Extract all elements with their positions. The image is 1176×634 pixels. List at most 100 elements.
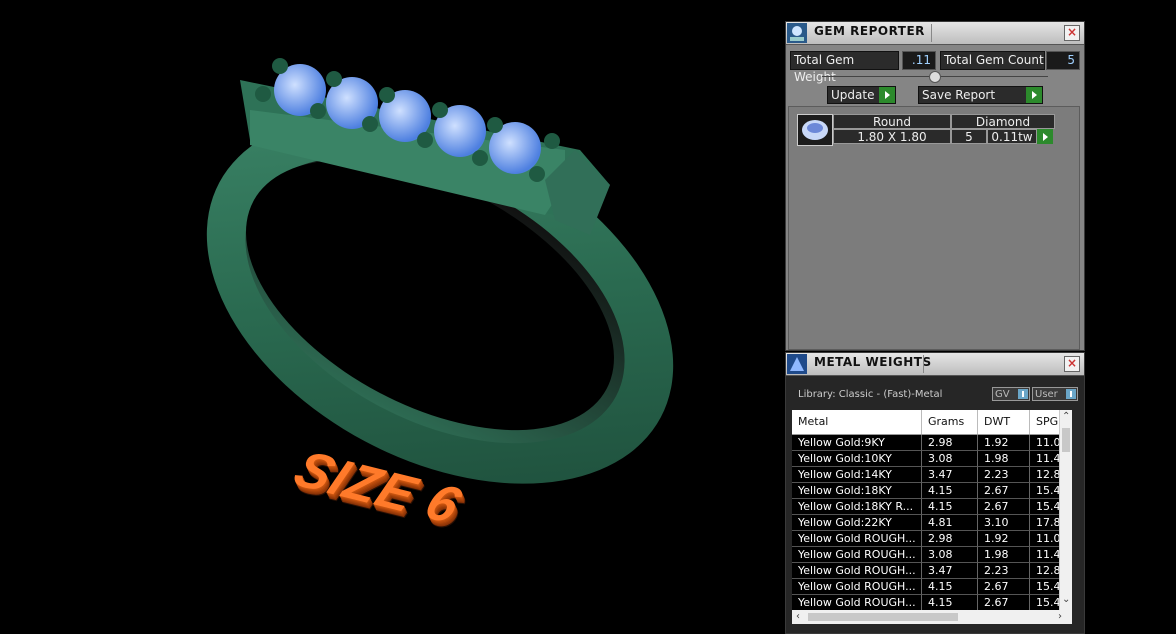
total-gem-count-label: Total Gem Count xyxy=(940,51,1045,70)
table-cell: Yellow Gold ROUGH... xyxy=(792,563,922,579)
table-cell: Yellow Gold:9KY xyxy=(792,435,922,451)
titlebar-divider xyxy=(923,355,924,373)
save-report-button[interactable]: Save Report xyxy=(918,86,1043,104)
table-cell: Yellow Gold ROUGH... xyxy=(792,531,922,547)
close-icon[interactable]: × xyxy=(1064,25,1080,41)
scroll-thumb[interactable] xyxy=(1062,428,1070,452)
table-cell: 2.67 xyxy=(978,499,1030,515)
update-button[interactable]: Update xyxy=(827,86,896,104)
table-row[interactable]: Yellow Gold:18KY 4.15 2.67 15.41 xyxy=(792,483,1072,499)
update-label: Update xyxy=(831,88,875,102)
table-cell: 3.47 xyxy=(922,467,978,483)
gem-totals-row: Total Gem Weight .11 Total Gem Count 5 xyxy=(790,51,1080,84)
dropdown-icon[interactable] xyxy=(1066,389,1076,399)
column-header[interactable]: Metal xyxy=(792,410,922,434)
vertical-scrollbar[interactable]: ⌃ ⌄ xyxy=(1059,410,1072,610)
table-cell: 2.98 xyxy=(922,531,978,547)
table-row[interactable]: Yellow Gold ROUGH... 4.15 2.67 15.41 xyxy=(792,595,1072,610)
table-row[interactable]: Yellow Gold ROUGH... 3.08 1.98 11.45 xyxy=(792,547,1072,563)
table-cell: Yellow Gold ROUGH... xyxy=(792,547,922,563)
total-gem-weight-label: Total Gem Weight xyxy=(790,51,899,84)
gem-size: 1.80 X 1.80 xyxy=(833,129,951,144)
table-cell: 1.98 xyxy=(978,547,1030,563)
table-cell: Yellow Gold ROUGH... xyxy=(792,579,922,595)
save-report-label: Save Report xyxy=(922,88,996,102)
collapse-handle[interactable] xyxy=(929,71,941,83)
chevron-left-icon[interactable]: ‹ xyxy=(796,611,800,622)
play-icon[interactable] xyxy=(879,87,895,103)
table-cell: 2.23 xyxy=(978,467,1030,483)
ring-model[interactable] xyxy=(0,0,784,632)
metal-weights-panel: METAL WEIGHTS × Library: Classic - (Fast… xyxy=(785,352,1085,634)
unit-select-value: GV xyxy=(995,389,1010,400)
table-cell: Yellow Gold:18KY xyxy=(792,483,922,499)
gem-thumbnail[interactable] xyxy=(797,114,833,146)
total-gem-count-field[interactable]: 5 xyxy=(1046,51,1080,70)
table-cell: 3.10 xyxy=(978,515,1030,531)
table-cell: 2.67 xyxy=(978,595,1030,610)
user-select[interactable]: User xyxy=(1032,387,1078,401)
chevron-down-icon[interactable]: ⌄ xyxy=(1062,594,1070,605)
table-cell: 4.15 xyxy=(922,579,978,595)
table-cell: 1.98 xyxy=(978,451,1030,467)
table-cell: 4.15 xyxy=(922,499,978,515)
table-cell: 3.08 xyxy=(922,451,978,467)
metal-weights-titlebar[interactable]: METAL WEIGHTS × xyxy=(786,353,1084,376)
column-header[interactable]: Grams xyxy=(922,410,978,434)
3d-viewport[interactable]: SIZE 6 xyxy=(0,0,784,632)
metal-table: Metal Grams DWT SPG Yellow Gold:9KY 2.98 1… xyxy=(792,410,1072,610)
table-cell: Yellow Gold:22KY xyxy=(792,515,922,531)
table-row[interactable]: Yellow Gold ROUGH... 4.15 2.67 15.41 xyxy=(792,579,1072,595)
table-row[interactable]: Yellow Gold:18KY R... 4.15 2.67 15.41 xyxy=(792,499,1072,515)
table-cell: 2.67 xyxy=(978,483,1030,499)
round-gem-icon xyxy=(802,120,828,140)
table-row[interactable]: Yellow Gold:14KY 3.47 2.23 12.88 xyxy=(792,467,1072,483)
metal-weights-title: METAL WEIGHTS xyxy=(814,355,932,369)
table-row[interactable]: Yellow Gold:22KY 4.81 3.10 17.89 xyxy=(792,515,1072,531)
table-cell: 3.08 xyxy=(922,547,978,563)
table-row[interactable]: Yellow Gold ROUGH... 3.47 2.23 12.88 xyxy=(792,563,1072,579)
close-icon[interactable]: × xyxy=(1064,356,1080,372)
table-cell: 2.98 xyxy=(922,435,978,451)
gem-reporter-titlebar[interactable]: GEM REPORTER × xyxy=(786,22,1084,45)
unit-select[interactable]: GV xyxy=(992,387,1030,401)
table-cell: Yellow Gold ROUGH... xyxy=(792,595,922,610)
table-cell: 4.15 xyxy=(922,595,978,610)
gem-reporter-title: GEM REPORTER xyxy=(814,24,925,38)
table-cell: Yellow Gold:10KY xyxy=(792,451,922,467)
column-header[interactable]: DWT xyxy=(978,410,1030,434)
table-cell: Yellow Gold:14KY xyxy=(792,467,922,483)
table-cell: 4.81 xyxy=(922,515,978,531)
dropdown-icon[interactable] xyxy=(1018,389,1028,399)
gem-reporter-panel: GEM REPORTER × Total Gem Weight .11 Tota… xyxy=(785,21,1085,351)
titlebar-divider xyxy=(931,24,932,42)
play-icon[interactable] xyxy=(1026,87,1042,103)
gem-list: Round Diamond 1.80 X 1.80 5 0.11tw xyxy=(788,106,1080,350)
gem-count: 5 xyxy=(951,129,987,144)
play-icon[interactable] xyxy=(1037,129,1053,144)
library-label: Library: Classic - (Fast)-Metal xyxy=(798,389,943,400)
metal-weights-icon xyxy=(787,354,807,374)
gem-shape: Round xyxy=(833,114,951,129)
user-select-value: User xyxy=(1035,389,1058,400)
scroll-thumb[interactable] xyxy=(808,613,958,621)
chevron-up-icon[interactable]: ⌃ xyxy=(1062,411,1070,422)
table-cell: 2.67 xyxy=(978,579,1030,595)
gem-reporter-icon xyxy=(787,23,807,43)
chevron-right-icon[interactable]: › xyxy=(1058,611,1062,622)
table-cell: Yellow Gold:18KY R... xyxy=(792,499,922,515)
table-row[interactable]: Yellow Gold:9KY 2.98 1.92 11.08 xyxy=(792,435,1072,451)
table-cell: 2.23 xyxy=(978,563,1030,579)
horizontal-scrollbar[interactable]: ‹ › xyxy=(792,610,1072,624)
table-cell: 1.92 xyxy=(978,435,1030,451)
gem-row[interactable]: Round Diamond 1.80 X 1.80 5 0.11tw xyxy=(833,114,1055,145)
gem-type: Diamond xyxy=(951,114,1055,129)
table-row[interactable]: Yellow Gold ROUGH... 2.98 1.92 11.08 xyxy=(792,531,1072,547)
table-row[interactable]: Yellow Gold:10KY 3.08 1.98 11.45 xyxy=(792,451,1072,467)
table-cell: 4.15 xyxy=(922,483,978,499)
total-gem-weight-field[interactable]: .11 xyxy=(902,51,936,70)
table-cell: 3.47 xyxy=(922,563,978,579)
gem-weight: 0.11tw xyxy=(987,129,1037,144)
table-cell: 1.92 xyxy=(978,531,1030,547)
table-header: Metal Grams DWT SPG xyxy=(792,410,1072,435)
